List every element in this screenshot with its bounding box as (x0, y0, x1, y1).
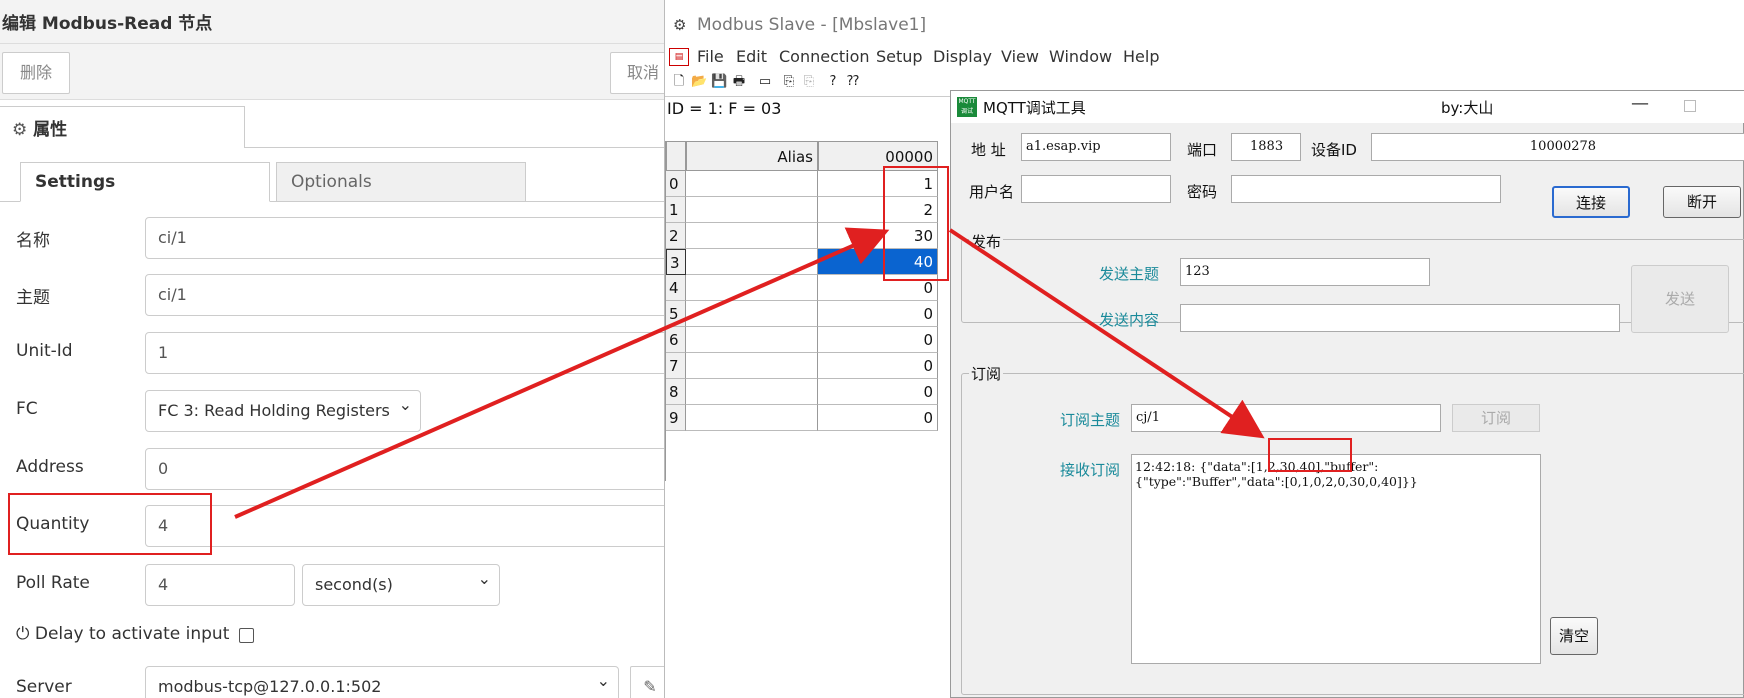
arrow-registers-to-message (948, 228, 1265, 439)
annotation-arrows (234, 227, 1265, 519)
arrow-quantity-to-registers (234, 227, 890, 519)
